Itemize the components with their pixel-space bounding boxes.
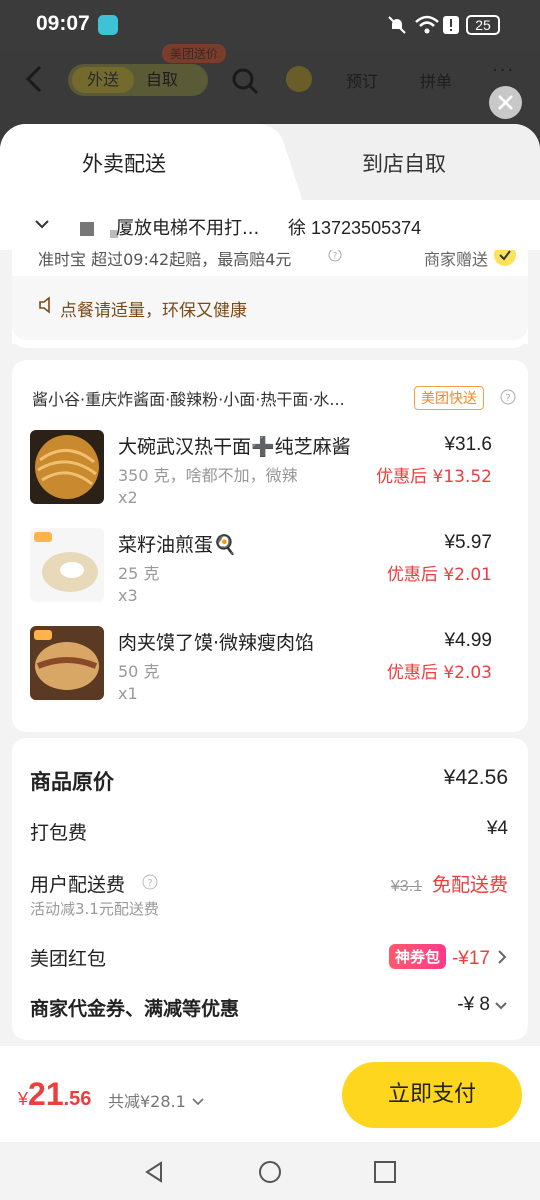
alert-icon bbox=[443, 16, 459, 34]
item-image-roujiamo bbox=[30, 626, 104, 700]
item-spec: 350 克，啥都不加，微辣 bbox=[118, 466, 298, 485]
item-image-fried-egg bbox=[30, 528, 104, 602]
item-image-noodles bbox=[30, 430, 104, 504]
promo-badge: 美团送价 bbox=[162, 44, 227, 63]
redpack-value: -¥17 bbox=[451, 948, 490, 969]
item-discount-price: 优惠后 ¥2.01 bbox=[386, 565, 492, 585]
delivery-mode-tabs: 外卖配送 到店自取 bbox=[0, 124, 540, 200]
nav-home-icon[interactable] bbox=[257, 1160, 283, 1186]
eco-tip-bar: 点餐请适量，环保又健康 bbox=[12, 276, 528, 340]
info-icon[interactable]: ? bbox=[328, 248, 342, 262]
tab-delivery-label[interactable]: 外卖配送 bbox=[82, 148, 166, 178]
tab-pickup[interactable]: 到店自取 bbox=[362, 148, 446, 178]
item-price: ¥5.97 bbox=[444, 532, 492, 553]
merchant-discount-value: -¥ 8 bbox=[457, 994, 490, 1015]
original-price-label: 商品原价 bbox=[30, 770, 114, 794]
svg-text:?: ? bbox=[147, 878, 152, 889]
coupon-pack-tag: 神券包 bbox=[388, 944, 446, 969]
total-price: ¥21.56 bbox=[18, 1076, 92, 1112]
mute-bell-icon bbox=[388, 16, 406, 34]
original-price-value: ¥42.56 bbox=[443, 766, 508, 789]
status-bar: 09:07 25 bbox=[0, 0, 540, 50]
help-icon[interactable]: ? bbox=[500, 389, 516, 405]
chevron-down-icon bbox=[495, 1002, 507, 1010]
status-time: 09:07 bbox=[36, 12, 90, 35]
packing-fee-label: 打包费 bbox=[30, 822, 88, 844]
order-items-card: 酱小谷·重庆炸酱面·酸辣粉·小面·热干面·水... 美团快送 ? 大碗武汉热干面… bbox=[12, 360, 528, 732]
pay-now-button[interactable]: 立即支付 bbox=[342, 1062, 522, 1128]
item-name: 肉夹馍了馍·微辣瘦肉馅 bbox=[118, 632, 315, 654]
delivery-fee-label: 用户配送费 bbox=[30, 874, 126, 896]
battery-indicator: 25 bbox=[466, 15, 500, 35]
system-nav-bar bbox=[0, 1142, 540, 1200]
svg-text:?: ? bbox=[333, 252, 338, 262]
more-icon: ··· bbox=[492, 60, 516, 81]
chevron-right-icon bbox=[498, 950, 507, 964]
redacted-block bbox=[80, 222, 94, 236]
page-header-dimmed: 外送 自取 美团送价 预订 拼单 ··· bbox=[0, 44, 540, 130]
packing-fee-value: ¥4 bbox=[486, 818, 508, 839]
search-icon bbox=[232, 68, 259, 95]
item-price: ¥31.6 bbox=[444, 434, 492, 455]
item-name: 大碗武汉热干面➕纯芝麻酱 bbox=[118, 436, 351, 458]
reserve-link: 预订 bbox=[346, 72, 379, 91]
redpack-label: 美团红包 bbox=[30, 948, 107, 970]
item-spec: 50 克 bbox=[118, 662, 160, 681]
item-discount-price: 优惠后 ¥2.03 bbox=[386, 663, 492, 683]
notification-app-icon bbox=[98, 15, 118, 35]
guarantee-card: 准时宝 超过09:42起赔，最高赔4元 ? 商家赠送 点餐请适量，环保又健康 bbox=[12, 234, 528, 348]
group-order-link: 拼单 bbox=[420, 72, 453, 91]
delivery-fee-old: ¥3.1 bbox=[390, 878, 422, 895]
nav-back-icon[interactable] bbox=[142, 1160, 166, 1184]
item-name: 菜籽油煎蛋🍳 bbox=[118, 534, 237, 556]
help-icon[interactable]: ? bbox=[142, 874, 158, 890]
close-icon bbox=[498, 95, 513, 110]
store-logo bbox=[286, 66, 312, 92]
speaker-icon bbox=[39, 296, 50, 314]
back-arrow-icon bbox=[25, 65, 42, 93]
order-sheet: 外卖配送 到店自取 厦放电梯不用打... 徐 13723505374 准时宝 超… bbox=[0, 124, 540, 1200]
mode-pickup: 自取 bbox=[146, 70, 179, 89]
item-discount-price: 优惠后 ¥13.52 bbox=[376, 467, 492, 487]
item-price: ¥4.99 bbox=[444, 630, 492, 651]
svg-text:?: ? bbox=[505, 393, 510, 404]
total-saved[interactable]: 共减¥28.1 bbox=[108, 1088, 205, 1112]
address-text: 厦放电梯不用打... bbox=[116, 218, 260, 239]
close-sheet-button[interactable] bbox=[489, 86, 522, 119]
price-summary-card: 商品原价 ¥42.56 打包费 ¥4 用户配送费 ? 活动减3.1元配送费 ¥3… bbox=[12, 738, 528, 1040]
item-spec: 25 克 bbox=[118, 564, 160, 583]
free-delivery-label: 免配送费 bbox=[431, 875, 508, 896]
delivery-badge: 美团快送 bbox=[414, 386, 484, 410]
wifi-icon bbox=[415, 15, 439, 34]
checkout-bar: ¥21.56 共减¥28.1 立即支付 bbox=[0, 1046, 540, 1142]
item-qty: x3 bbox=[118, 586, 138, 605]
contact-info: 徐 13723505374 bbox=[288, 218, 422, 238]
location-pin-icon bbox=[35, 220, 49, 229]
item-qty: x1 bbox=[118, 684, 138, 703]
delivery-fee-note: 活动减3.1元配送费 bbox=[30, 900, 159, 918]
store-name[interactable]: 酱小谷·重庆炸酱面·酸辣粉·小面·热干面·水... bbox=[32, 386, 402, 410]
mode-switch: 外送 自取 bbox=[68, 64, 208, 96]
list-item[interactable]: 肉夹馍了馍·微辣瘦肉馅 50 克 x1 ¥4.99 优惠后 ¥2.03 bbox=[12, 626, 528, 722]
eco-tip-text: 点餐请适量，环保又健康 bbox=[60, 301, 247, 321]
chevron-down-icon bbox=[192, 1098, 204, 1106]
nav-recents-icon[interactable] bbox=[373, 1160, 397, 1184]
list-item[interactable]: 菜籽油煎蛋🍳 25 克 x3 ¥5.97 优惠后 ¥2.01 bbox=[12, 528, 528, 624]
delivery-address[interactable]: 厦放电梯不用打... 徐 13723505374 bbox=[0, 200, 540, 250]
mode-delivery: 外送 bbox=[72, 67, 134, 93]
merchant-discount-label: 商家代金券、满减等优惠 bbox=[30, 998, 240, 1020]
list-item[interactable]: 大碗武汉热干面➕纯芝麻酱 350 克，啥都不加，微辣 x2 ¥31.6 优惠后 … bbox=[12, 430, 528, 526]
item-qty: x2 bbox=[118, 488, 138, 507]
